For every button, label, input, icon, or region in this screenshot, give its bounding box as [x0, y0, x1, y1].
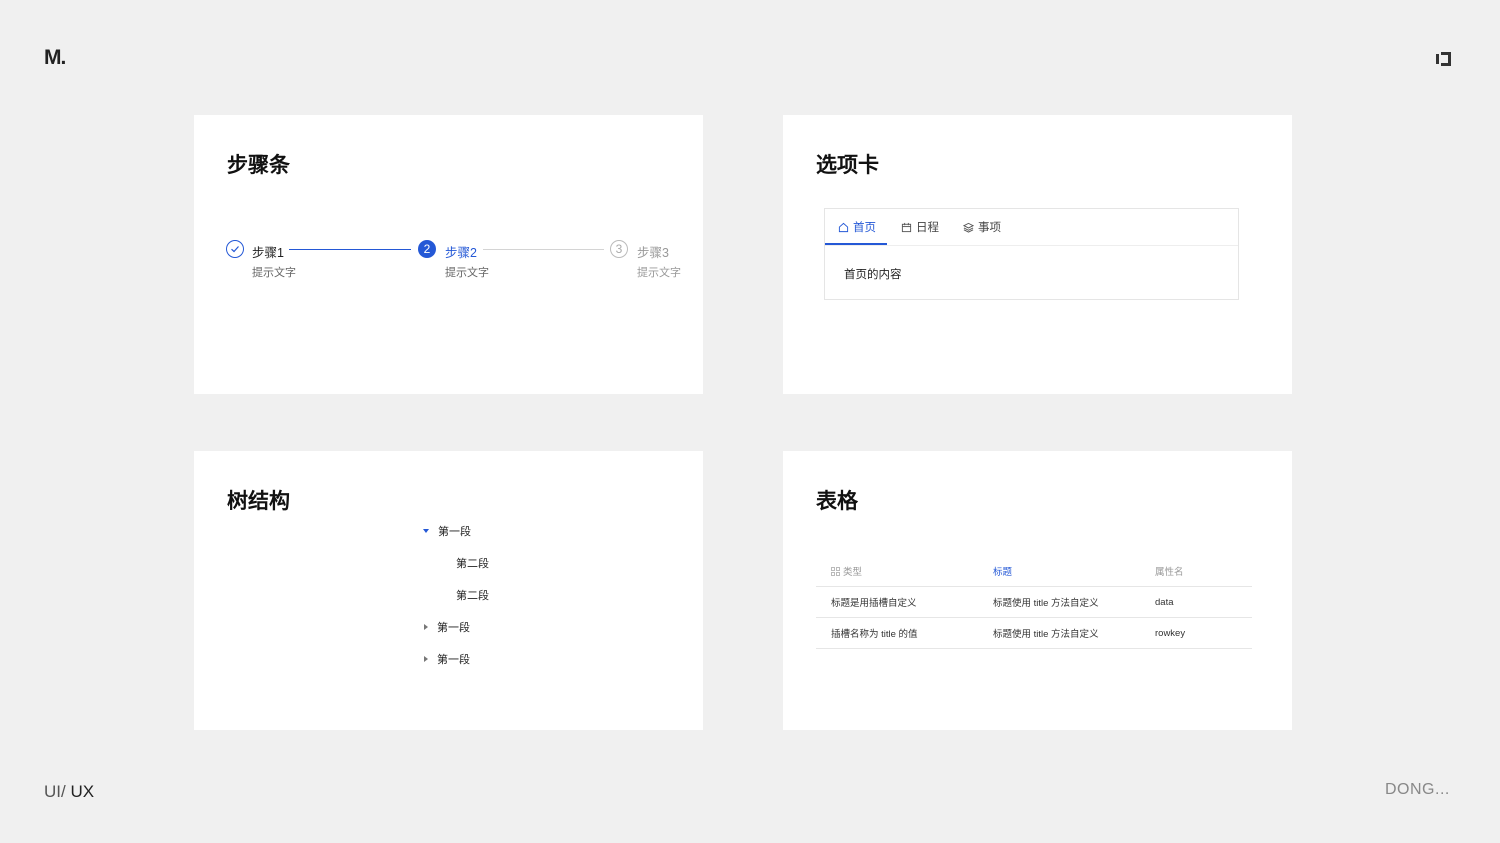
- tree-node[interactable]: 第二段: [456, 587, 489, 603]
- tab-schedule-label: 日程: [916, 222, 939, 234]
- step-1-desc: 提示文字: [252, 267, 296, 279]
- caret-down-icon[interactable]: [423, 529, 429, 533]
- table-cell: 标题使用 title 方法自定义: [993, 598, 1099, 609]
- table-row[interactable]: 标题是用插槽自定义 标题使用 title 方法自定义 data: [816, 587, 1252, 618]
- tab-panel-content: 首页的内容: [844, 269, 902, 281]
- table-cell: data: [1155, 596, 1174, 608]
- layers-icon: [963, 222, 974, 233]
- table-row[interactable]: 插槽名称为 title 的值 标题使用 title 方法自定义 rowkey: [816, 618, 1252, 649]
- table-header-cell[interactable]: 属性名: [1155, 556, 1184, 586]
- table-cell: 插槽名称为 title 的值: [831, 629, 918, 640]
- tab-active-indicator: [825, 243, 887, 245]
- tab-schedule[interactable]: 日程: [901, 209, 939, 245]
- tree-node[interactable]: 第一段: [424, 651, 470, 667]
- tree-card-title: 树结构: [227, 490, 290, 513]
- step-connector-pending: [483, 249, 604, 250]
- footer-left-text: UI/ UX: [44, 782, 94, 802]
- check-icon[interactable]: [226, 240, 244, 258]
- step-connector-done: [289, 249, 411, 250]
- table-cell: rowkey: [1155, 627, 1186, 639]
- calendar-icon: [901, 222, 912, 232]
- step-3-label[interactable]: 步骤3: [637, 242, 669, 261]
- footer-suffix: UX: [70, 782, 95, 801]
- tab-home[interactable]: 首页: [838, 209, 876, 245]
- tabs-card-title: 选项卡: [816, 154, 879, 177]
- table-header-row: 类型 标题 属性名: [816, 556, 1252, 587]
- step-1-label[interactable]: 步骤1: [252, 242, 284, 261]
- table-header-label: 类型: [843, 567, 863, 578]
- tree-node[interactable]: 第一段: [424, 619, 470, 635]
- step-3-desc: 提示文字: [637, 267, 681, 279]
- steps-card-title: 步骤条: [227, 154, 290, 177]
- table-header-cell[interactable]: 标题: [993, 556, 1012, 586]
- step-2-label[interactable]: 步骤2: [445, 242, 477, 261]
- caret-right-icon[interactable]: [424, 624, 428, 630]
- grid-icon: [831, 566, 840, 576]
- step-3-number-icon[interactable]: 3: [610, 240, 628, 258]
- tabs-container: 首页 日程 事项 首页的内容: [824, 208, 1239, 300]
- tree-node-label: 第二段: [456, 558, 489, 570]
- tree-node-label: 第一段: [437, 622, 470, 634]
- tree-node[interactable]: 第二段: [456, 555, 489, 571]
- tab-bar: 首页 日程 事项: [825, 209, 1238, 246]
- caret-right-icon[interactable]: [424, 656, 428, 662]
- brand-logo: M.: [44, 46, 66, 69]
- step-2-number-icon[interactable]: 2: [418, 240, 436, 258]
- steps-card: 步骤条 步骤1 提示文字 2 步骤2 提示文字 3 步骤3 提示文字: [194, 115, 703, 394]
- window-toggle-icon[interactable]: [1436, 51, 1452, 67]
- table-cell: 标题使用 title 方法自定义: [993, 629, 1099, 640]
- tree-node-label: 第二段: [456, 590, 489, 602]
- tab-tasks-label: 事项: [978, 222, 1001, 234]
- tree-card: 树结构 第一段 第二段 第二段 第一段 第一段: [194, 451, 703, 730]
- table-cell: 标题是用插槽自定义: [831, 598, 917, 609]
- tab-tasks[interactable]: 事项: [963, 209, 1001, 245]
- home-icon: [838, 222, 849, 232]
- table-header-cell[interactable]: 类型: [831, 556, 862, 586]
- tree-node-label: 第一段: [438, 526, 471, 538]
- data-table: 类型 标题 属性名 标题是用插槽自定义 标题使用 title 方法自定义 dat…: [816, 556, 1252, 649]
- table-card: 表格 类型 标题 属性名 标题是用插槽自定义 标题使用 title 方法自定义 …: [783, 451, 1292, 730]
- tree-node-label: 第一段: [437, 654, 470, 666]
- tabs-card: 选项卡 首页 日程 事项 首页的内容: [783, 115, 1292, 394]
- footer-right-text: DONG...: [1385, 781, 1450, 798]
- tree-node[interactable]: 第一段: [423, 523, 471, 539]
- step-2-desc: 提示文字: [445, 267, 489, 279]
- footer-prefix: UI/: [44, 782, 71, 801]
- tab-home-label: 首页: [853, 222, 876, 234]
- table-card-title: 表格: [816, 490, 858, 513]
